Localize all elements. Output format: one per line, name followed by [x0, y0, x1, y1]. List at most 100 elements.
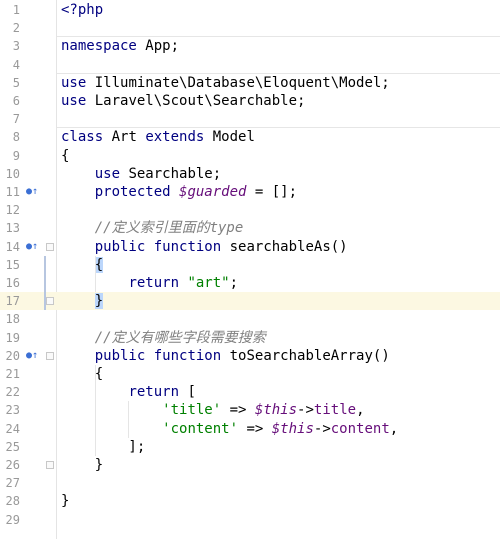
- code-token: {: [61, 147, 70, 164]
- fold-icon[interactable]: [46, 351, 54, 360]
- code-line[interactable]: 16 return "art";: [0, 274, 500, 292]
- code-line[interactable]: 22 return [: [0, 383, 500, 401]
- line-number: 5: [12, 75, 20, 90]
- indent-guide: [128, 401, 129, 438]
- line-number: 6: [12, 94, 20, 108]
- code-token: ;: [229, 275, 239, 291]
- code-line[interactable]: 26 }: [0, 456, 500, 474]
- code-text: 'title' => $this->title,: [61, 401, 365, 419]
- code-text: use Laravel\Scout\Searchable;: [61, 92, 305, 110]
- line-number: 22: [5, 385, 20, 400]
- code-line[interactable]: 8 class Art extends Model: [0, 128, 500, 146]
- code-line[interactable]: 5 use Illuminate\Database\Eloquent\Model;: [0, 74, 500, 92]
- code-line[interactable]: 2: [0, 19, 500, 37]
- code-text: }: [61, 456, 103, 474]
- code-line[interactable]: 11 ●↑ protected $guarded = [];: [0, 183, 500, 201]
- fold-icon[interactable]: [46, 242, 54, 251]
- line-number: 8: [12, 130, 20, 145]
- code-text: //定义有哪些字段需要搜索: [61, 329, 266, 347]
- line-number: 7: [12, 112, 20, 127]
- code-token: return: [128, 275, 180, 291]
- code-line[interactable]: 27: [0, 474, 500, 492]
- code-line[interactable]: 28}: [0, 492, 500, 510]
- code-line[interactable]: 17 }: [0, 292, 500, 311]
- line-number: 4: [12, 57, 20, 72]
- code-line[interactable]: 14 ●↑ public function searchableAs(): [0, 238, 500, 256]
- code-editor[interactable]: 1 <?php 2 3 namespace App; 4 5 use Illuminate\D…: [0, 0, 500, 539]
- code-line[interactable]: 4: [0, 56, 500, 74]
- code-line[interactable]: 6 use Laravel\Scout\Searchable;: [0, 92, 500, 110]
- code-token: return: [128, 384, 180, 401]
- override-arrow-icon[interactable]: ●↑: [26, 350, 38, 361]
- override-arrow-icon[interactable]: ●↑: [26, 187, 38, 197]
- code-line[interactable]: 12: [0, 201, 500, 219]
- code-text: namespace App;: [61, 37, 179, 55]
- code-token: = [];: [246, 184, 298, 200]
- code-text: public function toSearchableArray(): [61, 347, 390, 365]
- code-text: <?php: [61, 1, 103, 19]
- code-token: Illuminate\Database\Eloquent\Model;: [86, 74, 390, 91]
- code-line[interactable]: 10 use Searchable;: [0, 165, 500, 183]
- code-text: use Searchable;: [61, 165, 221, 183]
- fold-icon[interactable]: [46, 297, 54, 306]
- code-text: class Art extends Model: [61, 128, 255, 146]
- indent-guide: [95, 365, 96, 456]
- code-text: use Illuminate\Database\Eloquent\Model;: [61, 74, 390, 92]
- code-line[interactable]: 1 <?php: [0, 1, 500, 19]
- code-token: //定义索引里面的type: [94, 220, 244, 237]
- code-token: content: [330, 420, 390, 437]
- code-token: toSearchableArray(): [221, 347, 390, 364]
- code-token: ,: [389, 420, 399, 437]
- code-line[interactable]: 9{: [0, 147, 500, 165]
- line-number: 20: [5, 348, 20, 363]
- code-token: title: [313, 402, 357, 419]
- code-token: ];: [61, 438, 146, 455]
- code-token: ,: [356, 402, 365, 419]
- code-token: use: [61, 93, 87, 109]
- code-text: public function searchableAs(): [61, 238, 348, 256]
- line-number: 10: [5, 166, 20, 181]
- code-line[interactable]: 21 {: [0, 365, 500, 383]
- code-line[interactable]: 3 namespace App;: [0, 37, 500, 55]
- code-line[interactable]: 29: [0, 511, 500, 529]
- code-line[interactable]: 13 //定义索引里面的type: [0, 219, 500, 237]
- code-token: 'content': [162, 420, 239, 437]
- code-token: =>: [238, 420, 272, 437]
- code-line[interactable]: 19 //定义有哪些字段需要搜索: [0, 329, 500, 347]
- code-line[interactable]: 18: [0, 310, 500, 328]
- code-line[interactable]: 7: [0, 110, 500, 128]
- line-number: 26: [5, 458, 20, 472]
- line-number: 23: [5, 403, 20, 418]
- line-number: 24: [5, 421, 20, 436]
- line-number: 14: [5, 239, 20, 254]
- code-token: Art: [103, 129, 146, 146]
- code-token: use: [94, 165, 121, 182]
- section-separator: [57, 36, 500, 38]
- code-token: ->: [313, 420, 331, 437]
- code-text: }: [61, 292, 104, 310]
- code-line[interactable]: 24 'content' => $this->content,: [0, 420, 500, 438]
- fold-icon[interactable]: [46, 461, 54, 469]
- code-token: [: [179, 384, 196, 401]
- code-text: {: [61, 365, 103, 383]
- line-number: 15: [5, 257, 20, 272]
- code-line[interactable]: 25 ];: [0, 438, 500, 456]
- code-token: public: [94, 238, 146, 255]
- code-text: {: [61, 147, 69, 165]
- code-token: Searchable;: [120, 165, 222, 182]
- line-number: 9: [12, 148, 20, 163]
- scope-highlight-bar: [44, 255, 46, 311]
- code-line[interactable]: 15 {: [0, 256, 500, 274]
- code-token: "art": [187, 275, 230, 291]
- override-arrow-icon[interactable]: ●↑: [26, 241, 38, 252]
- section-separator: [57, 72, 500, 74]
- code-line[interactable]: 20 ●↑ public function toSearchableArray(): [0, 347, 500, 365]
- code-line[interactable]: 23 'title' => $this->title,: [0, 401, 500, 419]
